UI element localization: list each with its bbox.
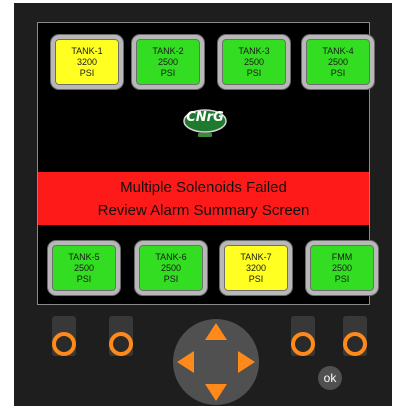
softkey-3-button[interactable]: [291, 332, 315, 356]
alarm-instruction: Review Alarm Summary Screen: [97, 201, 310, 219]
ok-label: ok: [323, 371, 337, 385]
tank-unit: PSI: [76, 273, 92, 284]
ok-button[interactable]: ok: [318, 366, 342, 390]
tank-name: FMM: [331, 251, 353, 262]
alarm-message: Multiple Solenoids Failed: [120, 178, 287, 196]
alarm-banner[interactable]: Multiple Solenoids Failed Review Alarm S…: [38, 172, 369, 225]
tank-unit: PSI: [79, 67, 95, 78]
tank-unit: PSI: [160, 67, 176, 78]
tank-pressure: 2500: [327, 56, 349, 67]
tank-unit: PSI: [163, 273, 179, 284]
directional-pad: [172, 318, 260, 406]
tank-pressure: 2500: [243, 56, 265, 67]
logo-text: CNrG: [186, 110, 224, 125]
dpad-graphic: [173, 319, 259, 405]
tank-1-tile[interactable]: TANK-1 3200 PSI: [51, 35, 123, 89]
cnrg-logo: CNrG: [182, 108, 228, 140]
tank-unit: PSI: [334, 273, 350, 284]
tank-name: TANK-3: [238, 45, 270, 56]
tank-name: TANK-4: [322, 45, 354, 56]
softkey-2-button[interactable]: [109, 332, 133, 356]
tank-2-tile[interactable]: TANK-2 2500 PSI: [132, 35, 204, 89]
tank-name: TANK-5: [68, 251, 100, 262]
fmm-tile[interactable]: FMM 2500 PSI: [306, 241, 378, 295]
tank-pressure: 3200: [76, 56, 98, 67]
tank-pressure: 2500: [73, 262, 95, 273]
tank-name: TANK-7: [240, 251, 272, 262]
tank-unit: PSI: [330, 67, 346, 78]
tank-7-tile[interactable]: TANK-7 3200 PSI: [220, 241, 292, 295]
tank-name: TANK-6: [155, 251, 187, 262]
tank-name: TANK-1: [71, 45, 103, 56]
tank-unit: PSI: [248, 273, 264, 284]
tank-4-tile[interactable]: TANK-4 2500 PSI: [302, 35, 374, 89]
tank-unit: PSI: [246, 67, 262, 78]
softkey-1-button[interactable]: [52, 332, 76, 356]
softkey-4-button[interactable]: [343, 332, 367, 356]
tank-pressure: 2500: [160, 262, 182, 273]
tank-name: TANK-2: [152, 45, 184, 56]
tank-pressure: 3200: [245, 262, 267, 273]
tank-3-tile[interactable]: TANK-3 2500 PSI: [218, 35, 290, 89]
tank-5-tile[interactable]: TANK-5 2500 PSI: [48, 241, 120, 295]
tank-pressure: 2500: [157, 56, 179, 67]
tank-pressure: 2500: [331, 262, 353, 273]
tank-6-tile[interactable]: TANK-6 2500 PSI: [135, 241, 207, 295]
